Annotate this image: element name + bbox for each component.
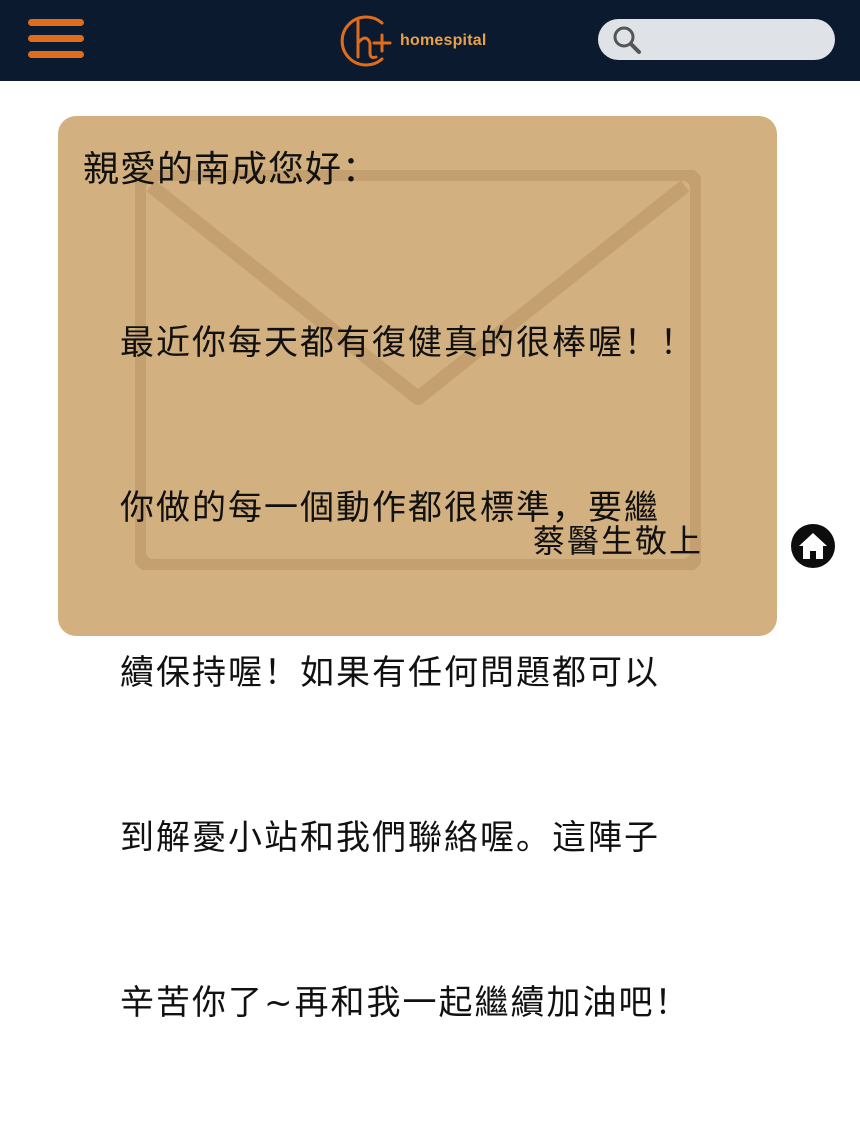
search-icon[interactable] [612,25,642,55]
brand-name: homespital [400,32,487,49]
search-input[interactable] [648,25,824,56]
letter-card: 親愛的南成您好： 最近你每天都有復健真的很棒喔！！ 你做的每一個動作都很標準，要… [58,116,777,1023]
letter-line: 到解憂小站和我們聯絡喔。這陣子 [120,818,660,858]
letter-signature: 蔡醫生敬上 [533,522,704,560]
menu-line [28,19,84,26]
letter-line: 最近你每天都有復健真的很棒喔！！ [120,323,696,363]
hamburger-menu-icon[interactable] [28,19,84,59]
brand-logo[interactable]: homespital [338,12,486,70]
letter-line: 辛苦你了~再和我一起繼續加油吧！ [120,983,691,1023]
menu-line [28,35,84,42]
menu-line [28,51,84,58]
letter-body: 最近你每天都有復健真的很棒喔！！ 你做的每一個動作都很標準，要繼 續保持喔！如果… [120,206,720,1141]
top-navigation-bar: homespital [0,0,860,81]
homespital-logo-icon [340,15,392,67]
letter-greeting: 親愛的南成您好： [83,149,380,190]
search-bar[interactable] [598,19,835,60]
home-icon [799,533,827,559]
home-button[interactable] [791,524,835,568]
letter-line: 續保持喔！如果有任何問題都可以 [120,653,660,693]
